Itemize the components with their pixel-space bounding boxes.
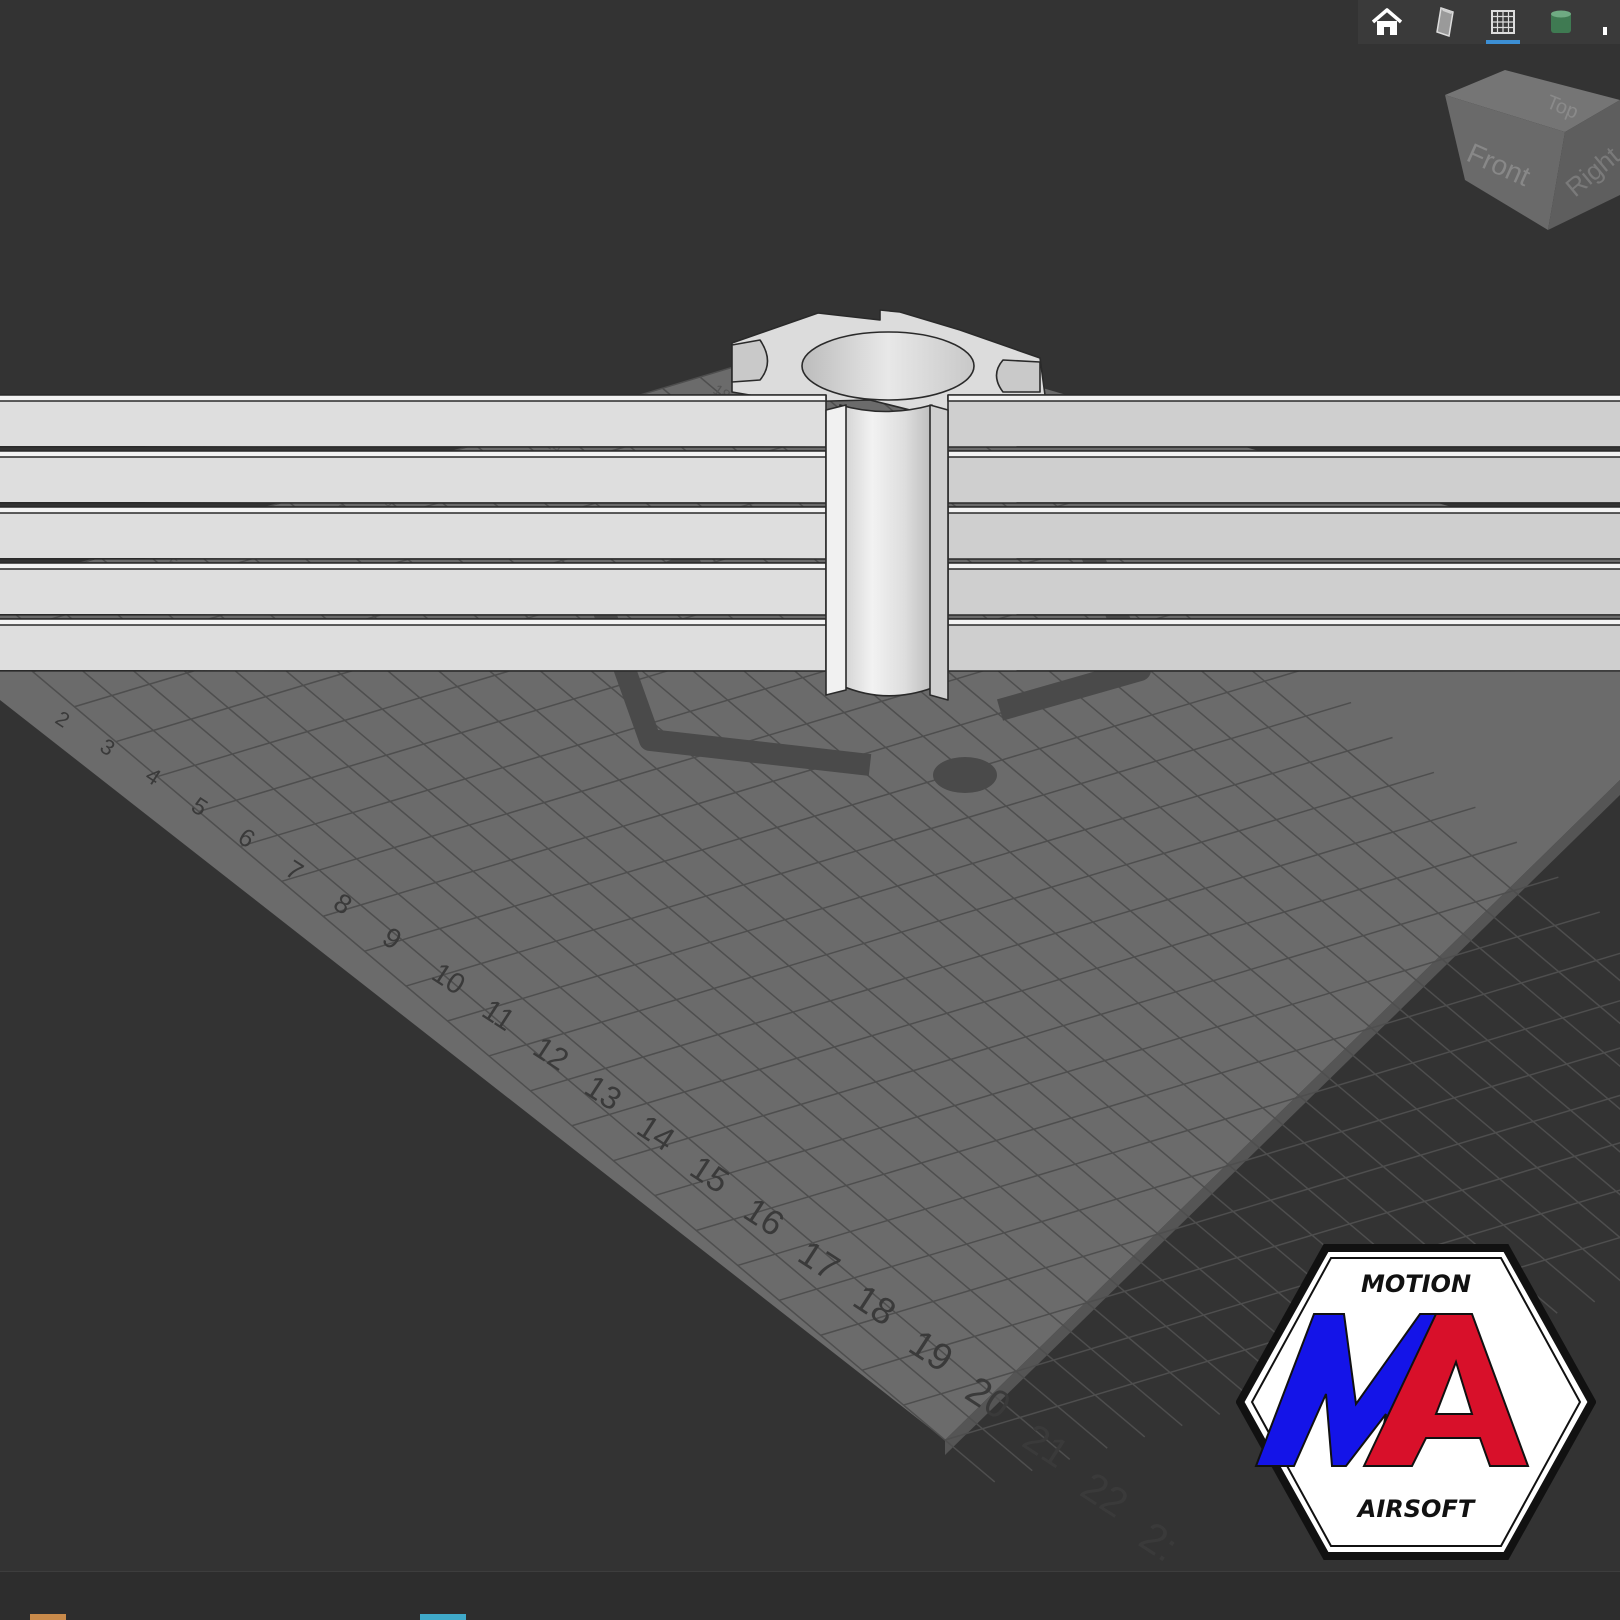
status-bar — [0, 1571, 1620, 1620]
rail-segment — [947, 562, 1620, 616]
rail-segment — [947, 506, 1620, 560]
rail-top — [0, 618, 827, 626]
plate-edge-label: 2: — [1131, 1512, 1186, 1570]
rail-top — [947, 618, 1620, 626]
rail-top — [947, 450, 1620, 458]
plate-edge-label: 21 — [1015, 1416, 1076, 1477]
rail-segment — [0, 394, 827, 448]
cube-icon — [1551, 10, 1571, 33]
grid-view-button[interactable] — [1474, 0, 1532, 44]
rail-segment — [947, 394, 1620, 448]
home-icon — [1371, 8, 1403, 35]
rail-top — [0, 562, 827, 570]
grid-icon — [1491, 10, 1515, 34]
shaded-view-button[interactable] — [1416, 0, 1474, 44]
more-view-button[interactable] — [1590, 0, 1620, 44]
home-view-button[interactable] — [1358, 0, 1416, 44]
rail-segment — [0, 562, 827, 616]
rail-segment — [947, 618, 1620, 672]
left-rail — [0, 394, 827, 672]
rail-segment — [0, 618, 827, 672]
model-view-button[interactable] — [1532, 0, 1590, 44]
rail-segment — [947, 450, 1620, 504]
rail-segment — [0, 506, 827, 560]
rail-top — [947, 562, 1620, 570]
view-toolbar — [1358, 0, 1620, 44]
rail-top — [947, 506, 1620, 514]
logo-top-text: MOTION — [1361, 1270, 1471, 1298]
right-rail — [947, 394, 1620, 672]
logo-bottom-text: AIRSOFT — [1356, 1495, 1476, 1523]
rail-segment — [0, 450, 827, 504]
status-indicator-active — [420, 1614, 466, 1620]
motion-airsoft-logo: MOTION AIRSOFT — [1236, 1244, 1596, 1560]
rail-top — [0, 506, 827, 514]
rail-top — [0, 450, 827, 458]
plate-edge-label: 22 — [1073, 1463, 1136, 1526]
status-indicator — [30, 1614, 66, 1620]
solid-shape-icon — [1436, 7, 1454, 37]
overflow-icon — [1603, 27, 1607, 35]
view-cube[interactable]: Top Front Right — [1445, 70, 1620, 240]
rail-top — [947, 394, 1620, 402]
rail-top — [0, 394, 827, 402]
